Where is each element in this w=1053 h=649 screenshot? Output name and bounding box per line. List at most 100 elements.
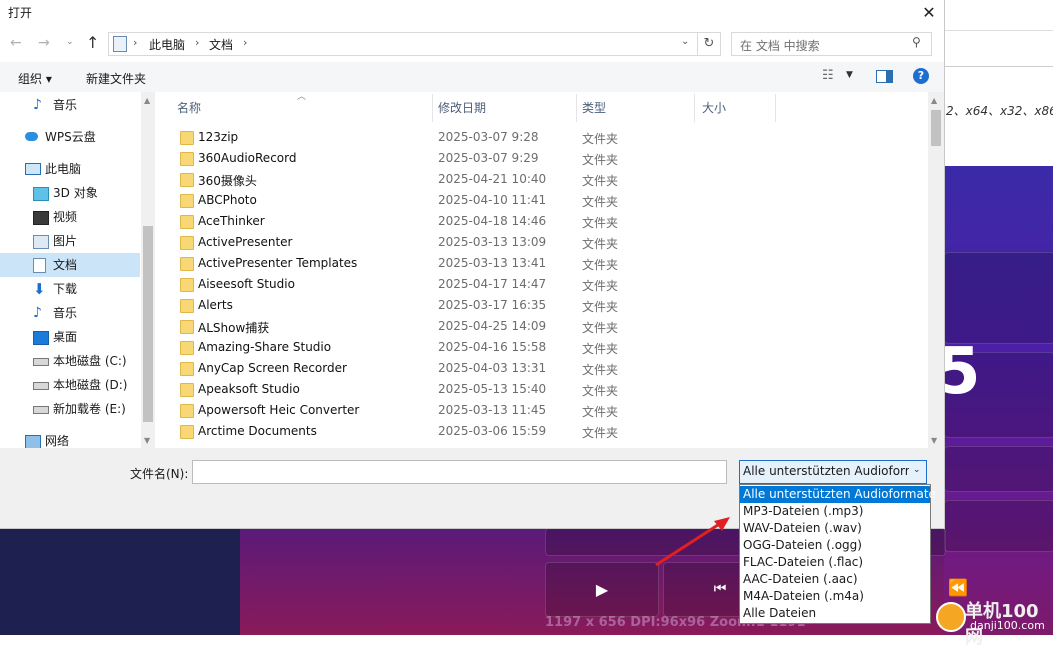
bg-tile — [944, 252, 1053, 344]
breadcrumb-this-pc[interactable]: 此电脑 — [149, 36, 185, 53]
file-name: AceThinker — [198, 214, 265, 228]
column-divider[interactable] — [694, 94, 695, 122]
search-icon[interactable]: ⚲ — [912, 35, 921, 49]
folder-icon — [180, 257, 194, 271]
sidebar-item-desktop[interactable]: 桌面 — [0, 325, 140, 349]
scroll-down-icon[interactable]: ▼ — [931, 436, 937, 445]
refresh-button[interactable]: ↻ — [697, 32, 721, 56]
rewind-icon[interactable]: ⏪ — [948, 578, 968, 597]
filename-input[interactable]: ⌄ — [192, 460, 914, 488]
scroll-up-icon[interactable]: ▲ — [144, 96, 150, 105]
sidebar-item-videos[interactable]: 视频 — [0, 205, 140, 229]
file-row[interactable]: Apeaksoft Studio 2025-05-13 15:40 文件夹 — [155, 379, 928, 400]
file-list-scrollbar-thumb[interactable] — [931, 110, 941, 146]
back-button[interactable]: ← — [10, 35, 22, 51]
file-type-option[interactable]: OGG-Dateien (.ogg) — [740, 537, 930, 554]
new-folder-button[interactable]: 新建文件夹 — [86, 70, 146, 87]
file-row[interactable]: AceThinker 2025-04-18 14:46 文件夹 — [155, 211, 928, 232]
breadcrumb-separator[interactable]: › — [243, 36, 247, 49]
annotation-arrow-line — [655, 519, 725, 567]
file-row[interactable]: Arctime Documents 2025-03-06 15:59 文件夹 — [155, 421, 928, 442]
file-row[interactable]: 360摄像头 2025-04-21 10:40 文件夹 — [155, 169, 928, 190]
file-type-option[interactable]: Alle unterstützten Audioformate — [740, 486, 936, 503]
breadcrumb-separator[interactable]: › — [133, 36, 137, 49]
search-placeholder: 在 文档 中搜索 — [740, 39, 820, 53]
column-header-modified[interactable]: 修改日期 — [438, 99, 486, 116]
file-type-option[interactable]: AAC-Dateien (.aac) — [740, 571, 930, 588]
file-type: 文件夹 — [582, 384, 619, 398]
address-bar[interactable]: › 此电脑 › 文档 › ⌄ — [108, 32, 698, 56]
column-header-size[interactable]: 大小 — [702, 99, 726, 116]
file-row[interactable]: ActivePresenter Templates 2025-03-13 13:4… — [155, 253, 928, 274]
file-modified: 2025-04-25 14:09 — [438, 319, 547, 333]
sidebar-item-downloads[interactable]: ⬇ 下载 — [0, 277, 140, 301]
file-modified: 2025-05-13 15:40 — [438, 382, 547, 396]
file-row[interactable]: ActivePresenter 2025-03-13 13:09 文件夹 — [155, 232, 928, 253]
column-header-type[interactable]: 类型 — [582, 99, 606, 116]
recent-locations-button[interactable]: ⌄ — [66, 37, 74, 47]
sidebar-item-drive-e[interactable]: 新加载卷 (E:) — [0, 397, 140, 421]
file-row[interactable]: 123zip 2025-03-07 9:28 文件夹 — [155, 127, 928, 148]
column-divider[interactable] — [432, 94, 433, 122]
sidebar-item-wps-cloud[interactable]: WPS云盘 — [0, 125, 140, 149]
breadcrumb-documents[interactable]: 文档 — [209, 36, 233, 53]
drive-icon — [33, 382, 49, 390]
sidebar-item-drive-d[interactable]: 本地磁盘 (D:) — [0, 373, 140, 397]
sidebar-scrollbar-thumb[interactable] — [143, 226, 153, 422]
file-row[interactable]: Amazing-Share Studio 2025-04-16 15:58 文件夹 — [155, 337, 928, 358]
sidebar-item-music[interactable]: ♪ 音乐 — [0, 301, 140, 325]
cloud-icon — [25, 132, 38, 141]
preview-pane-icon[interactable] — [876, 70, 893, 83]
download-icon: ⬇ — [33, 280, 46, 298]
help-icon[interactable]: ? — [913, 68, 929, 84]
file-type-option[interactable]: WAV-Dateien (.wav) — [740, 520, 930, 537]
up-button[interactable]: ↑ — [86, 33, 99, 52]
sidebar-item-3d-objects[interactable]: 3D 对象 — [0, 181, 140, 205]
file-row[interactable]: AnyCap Screen Recorder 2025-04-03 13:31 文件… — [155, 358, 928, 379]
breadcrumb-separator[interactable]: › — [195, 36, 199, 49]
file-type-option[interactable]: MP3-Dateien (.mp3) — [740, 503, 930, 520]
file-type-option[interactable]: M4A-Dateien (.m4a) — [740, 588, 930, 605]
scroll-down-icon[interactable]: ▼ — [144, 436, 150, 445]
chevron-down-icon[interactable]: ⌄ — [913, 465, 921, 475]
file-row[interactable]: Apowersoft Heic Converter 2025-03-13 11:4… — [155, 400, 928, 421]
file-type-option[interactable]: Alle Dateien — [740, 605, 930, 622]
sidebar-item-pictures[interactable]: 图片 — [0, 229, 140, 253]
column-header-name[interactable]: 名称 — [177, 99, 201, 116]
file-row[interactable]: 360AudioRecord 2025-03-07 9:29 文件夹 — [155, 148, 928, 169]
file-modified: 2025-03-17 16:35 — [438, 298, 547, 312]
file-name: ABCPhoto — [198, 193, 257, 207]
close-button[interactable]: ✕ — [915, 2, 943, 24]
column-divider[interactable] — [775, 94, 776, 122]
file-row[interactable]: Alerts 2025-03-17 16:35 文件夹 — [155, 295, 928, 316]
sidebar-item-music-top[interactable]: ♪ 音乐 — [0, 93, 140, 117]
chevron-down-icon[interactable]: ⌄ — [681, 36, 689, 47]
file-row[interactable]: ALShow捕获 2025-04-25 14:09 文件夹 — [155, 316, 928, 337]
file-row[interactable]: ABCPhoto 2025-04-10 11:41 文件夹 — [155, 190, 928, 211]
sidebar-item-documents[interactable]: 文档 — [0, 253, 140, 277]
file-type-option[interactable]: FLAC-Dateien (.flac) — [740, 554, 930, 571]
sidebar-item-this-pc[interactable]: 此电脑 — [0, 157, 140, 181]
file-row[interactable]: Aiseesoft Studio 2025-04-17 14:47 文件夹 — [155, 274, 928, 295]
bg-app-bottom-left — [0, 528, 240, 635]
file-name: Arctime Documents — [198, 424, 317, 438]
document-icon — [33, 258, 46, 273]
file-type: 文件夹 — [582, 132, 619, 146]
view-dropdown-icon[interactable]: ▼ — [846, 70, 853, 80]
column-divider[interactable] — [576, 94, 577, 122]
organize-button[interactable]: 组织 ▾ — [18, 70, 52, 87]
forward-button[interactable]: → — [38, 35, 50, 51]
drive-icon — [33, 358, 49, 366]
previous-icon: ⏮ — [713, 581, 727, 597]
sidebar-item-network[interactable]: 网络 — [0, 429, 140, 448]
file-type-select[interactable]: Alle unterstützten Audioformate ⌄ — [739, 460, 927, 484]
view-options-icon[interactable]: ☷ — [822, 68, 834, 83]
sidebar-item-drive-c[interactable]: 本地磁盘 (C:) — [0, 349, 140, 373]
file-type: 文件夹 — [582, 279, 619, 293]
search-input[interactable]: 在 文档 中搜索 ⚲ — [731, 32, 932, 56]
scroll-up-icon[interactable]: ▲ — [931, 96, 937, 105]
open-file-dialog: 打开 ✕ ← → ⌄ ↑ › 此电脑 › 文档 › ⌄ ↻ 在 文档 中搜索 ⚲… — [0, 0, 945, 529]
command-toolbar: 组织 ▾ 新建文件夹 ☷ ▼ ? — [0, 62, 944, 92]
file-type: 文件夹 — [582, 342, 619, 356]
file-type: 文件夹 — [582, 426, 619, 440]
